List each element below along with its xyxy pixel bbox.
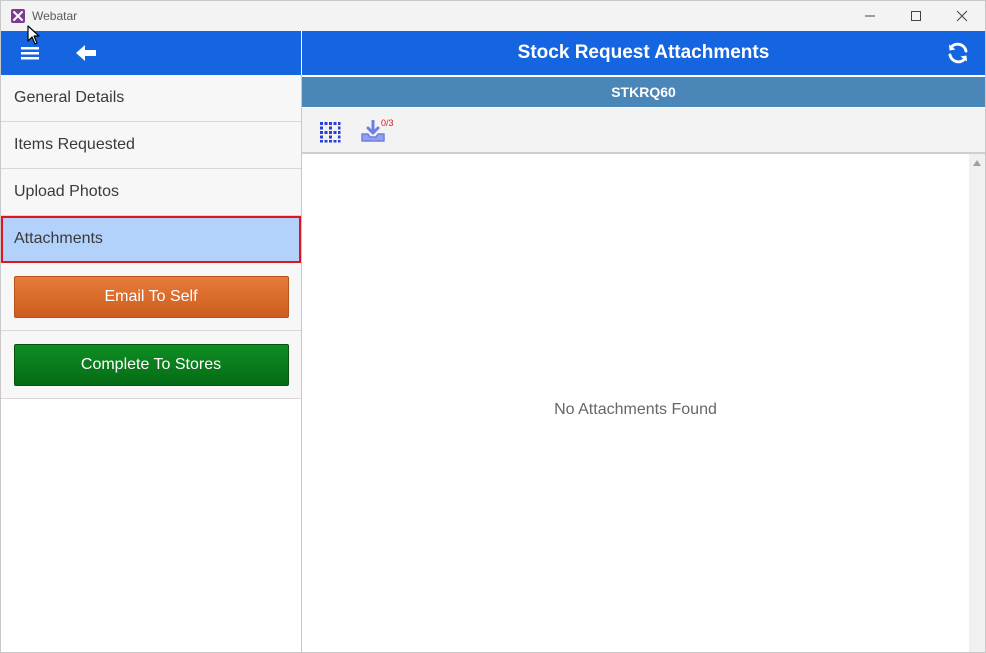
sidebar: General Details Items Requested Upload P… — [1, 75, 302, 652]
sidebar-item-items-requested[interactable]: Items Requested — [1, 122, 301, 169]
sidebar-item-label: Upload Photos — [14, 183, 119, 200]
close-icon — [956, 10, 968, 22]
complete-button-container: Complete To Stores — [1, 331, 301, 399]
sidebar-item-label: Attachments — [14, 230, 103, 247]
complete-to-stores-button[interactable]: Complete To Stores — [13, 343, 289, 386]
request-id-bar: STKRQ60 — [302, 77, 985, 107]
title-bar: Webatar — [1, 1, 985, 31]
mouse-cursor-icon — [27, 25, 40, 45]
back-arrow-icon[interactable] — [74, 43, 98, 63]
main-header: Stock Request Attachments — [302, 31, 985, 75]
page-title: Stock Request Attachments — [517, 42, 770, 63]
sidebar-item-upload-photos[interactable]: Upload Photos — [1, 169, 301, 216]
maximize-icon — [911, 11, 921, 21]
window-controls — [847, 1, 985, 31]
sidebar-item-general-details[interactable]: General Details — [1, 75, 301, 122]
email-button-container: Email To Self — [1, 263, 301, 331]
attachments-list: No Attachments Found — [302, 154, 969, 652]
window-title: Webatar — [32, 9, 78, 23]
minimize-button[interactable] — [847, 1, 893, 31]
webatar-logo-icon — [11, 9, 25, 23]
maximize-button[interactable] — [893, 1, 939, 31]
sidebar-item-label: General Details — [14, 89, 125, 106]
refresh-icon[interactable] — [946, 41, 970, 65]
close-button[interactable] — [939, 1, 985, 31]
grid-view-icon[interactable] — [319, 121, 341, 143]
vertical-scrollbar[interactable] — [969, 154, 985, 652]
sidebar-item-label: Items Requested — [14, 136, 135, 153]
sidebar-item-attachments[interactable]: Attachments — [1, 216, 301, 263]
app-window: Webatar General Details Items Requested … — [0, 0, 986, 653]
minimize-icon — [865, 15, 875, 17]
request-id: STKRQ60 — [611, 84, 676, 100]
scroll-up-arrow-icon[interactable] — [973, 160, 981, 166]
empty-state-message: No Attachments Found — [554, 401, 717, 418]
hamburger-menu-icon[interactable] — [20, 44, 40, 62]
download-count-badge: 0/3 — [381, 118, 394, 128]
email-to-self-button[interactable]: Email To Self — [13, 275, 289, 318]
sidebar-header — [1, 31, 301, 75]
attachments-toolbar: 0/3 — [302, 108, 985, 154]
